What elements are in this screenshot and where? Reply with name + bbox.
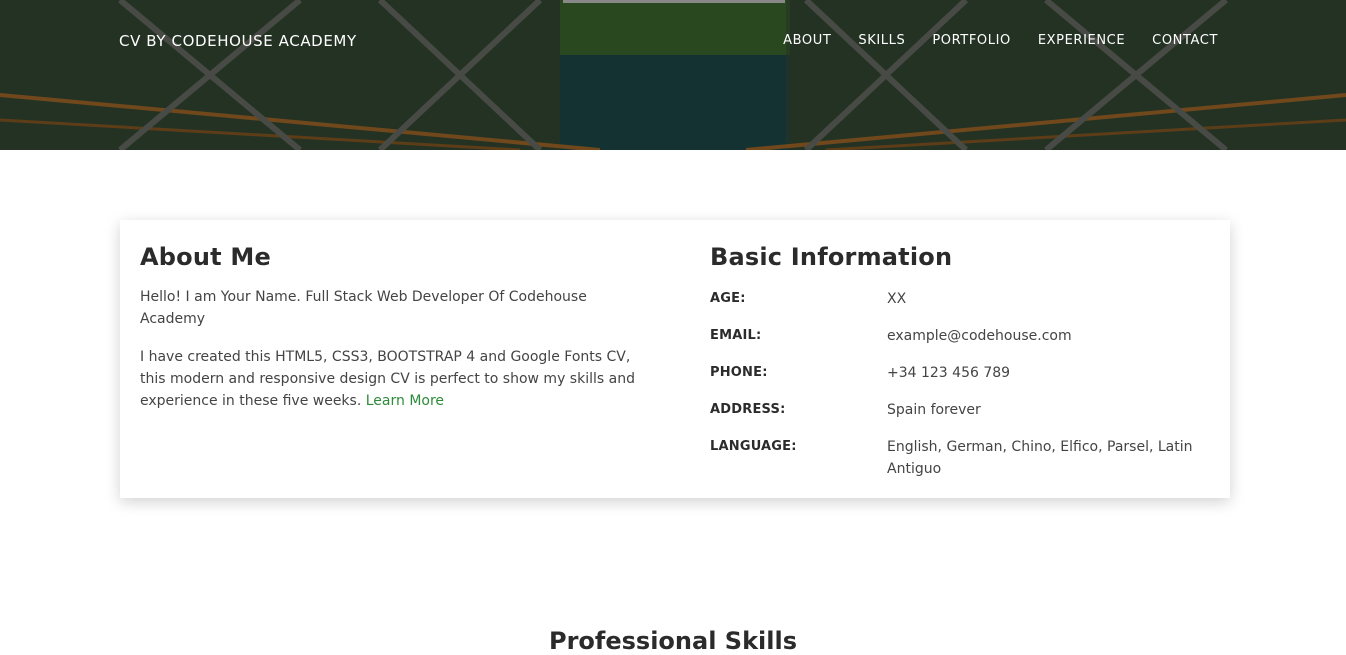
main-nav: ABOUT SKILLS PORTFOLIO EXPERIENCE CONTAC… xyxy=(783,30,1218,52)
info-label: LANGUAGE: xyxy=(710,439,797,454)
info-label: ADDRESS: xyxy=(710,402,786,417)
info-row-age: AGE: XX xyxy=(710,288,1210,310)
info-value: Spain forever xyxy=(887,402,981,418)
hero-overlay xyxy=(0,0,1346,150)
info-value: XX xyxy=(887,291,907,307)
learn-more-link[interactable]: Learn More xyxy=(366,393,444,409)
nav-contact[interactable]: CONTACT xyxy=(1152,30,1218,52)
info-value: example@codehouse.com xyxy=(887,328,1072,344)
info-row-address: ADDRESS: Spain forever xyxy=(710,399,1210,421)
basic-info-list: AGE: XX EMAIL: example@codehouse.com PHO… xyxy=(710,288,1210,480)
nav-experience[interactable]: EXPERIENCE xyxy=(1038,30,1125,52)
about-title: About Me xyxy=(140,243,271,271)
about-description: I have created this HTML5, CSS3, BOOTSTR… xyxy=(140,346,640,412)
info-label: EMAIL: xyxy=(710,328,762,343)
about-section: About Me Hello! I am Your Name. Full Sta… xyxy=(140,240,640,412)
nav-portfolio[interactable]: PORTFOLIO xyxy=(932,30,1011,52)
basic-info-title: Basic Information xyxy=(710,243,953,271)
about-card: About Me Hello! I am Your Name. Full Sta… xyxy=(120,220,1230,498)
info-value: +34 123 456 789 xyxy=(887,365,1011,381)
info-label: AGE: xyxy=(710,291,746,306)
info-row-email: EMAIL: example@codehouse.com xyxy=(710,325,1210,347)
nav-skills[interactable]: SKILLS xyxy=(858,30,905,52)
info-row-language: LANGUAGE: English, German, Chino, Elfico… xyxy=(710,436,1210,480)
basic-info-section: Basic Information AGE: XX EMAIL: example… xyxy=(710,240,1210,495)
info-value: English, German, Chino, Elfico, Parsel, … xyxy=(887,439,1193,477)
info-row-phone: PHONE: +34 123 456 789 xyxy=(710,362,1210,384)
skills-section-title: Professional Skills xyxy=(549,627,797,655)
nav-about[interactable]: ABOUT xyxy=(783,30,831,52)
info-label: PHONE: xyxy=(710,365,768,380)
brand-link[interactable]: CV BY CODEHOUSE ACADEMY xyxy=(119,30,357,52)
about-intro: Hello! I am Your Name. Full Stack Web De… xyxy=(140,289,587,327)
header-hero: CV BY CODEHOUSE ACADEMY ABOUT SKILLS POR… xyxy=(0,0,1346,150)
